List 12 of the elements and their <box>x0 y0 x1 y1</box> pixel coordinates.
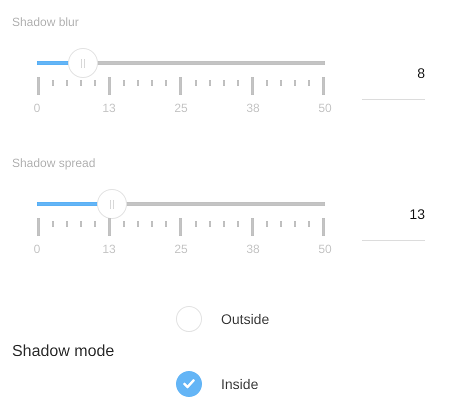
radio-label[interactable]: Inside <box>221 374 258 394</box>
slider-label: Shadow spread <box>12 156 96 170</box>
slider-thumb[interactable] <box>96 189 127 219</box>
slider-thumb[interactable] <box>68 48 98 78</box>
radio-button[interactable] <box>176 371 202 397</box>
radio-button[interactable] <box>176 306 202 332</box>
group-label: Shadow mode <box>12 342 116 362</box>
check-icon <box>183 379 195 389</box>
value-field[interactable]: 8 <box>362 64 425 100</box>
radio-label[interactable]: Outside <box>221 308 270 330</box>
slider-label: Shadow blur <box>12 15 79 29</box>
value-field[interactable]: 13 <box>362 205 425 241</box>
